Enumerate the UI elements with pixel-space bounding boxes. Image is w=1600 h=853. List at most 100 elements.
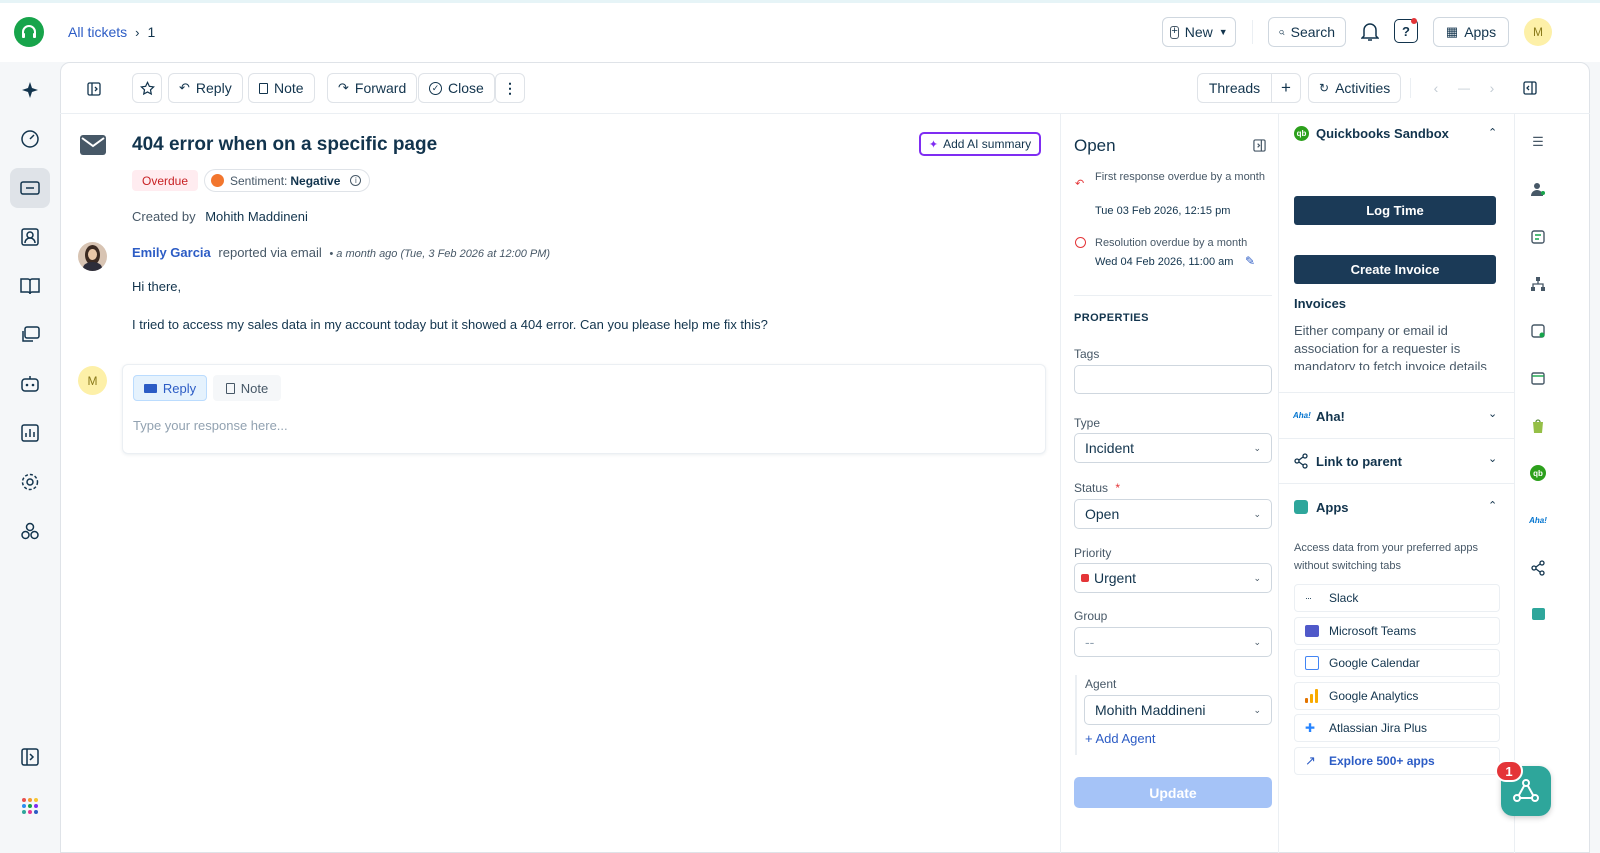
contact-details-icon[interactable] <box>1526 177 1550 201</box>
sidebar-bot-icon[interactable] <box>10 364 50 404</box>
apps-section-title: Apps <box>1316 500 1349 515</box>
priority-value: Urgent <box>1094 570 1137 586</box>
update-button[interactable]: Update <box>1074 777 1272 808</box>
activities-button[interactable]: ↻ Activities <box>1308 73 1402 103</box>
add-thread-button[interactable]: + <box>1271 73 1301 103</box>
collapse-left-icon[interactable] <box>84 79 104 99</box>
chevron-down-icon[interactable]: ⌄ <box>1488 407 1497 420</box>
shopify-icon[interactable] <box>1526 414 1550 438</box>
first-response-date: Tue 03 Feb 2026, 12:15 pm <box>1095 205 1231 217</box>
threads-button[interactable]: Threads <box>1197 73 1272 103</box>
type-select[interactable]: Incident ⌄ <box>1074 433 1272 463</box>
breadcrumb-all-tickets[interactable]: All tickets <box>68 24 127 40</box>
more-options-button[interactable]: ⋮ <box>495 73 525 103</box>
sidebar-dashboard-icon[interactable] <box>10 119 50 159</box>
add-ai-summary-button[interactable]: ✦ Add AI summary <box>919 132 1041 156</box>
chevron-down-icon[interactable]: ⌄ <box>1488 452 1497 465</box>
status-select[interactable]: Open ⌄ <box>1074 499 1272 529</box>
app-slack[interactable]: ··· Slack <box>1294 584 1500 612</box>
first-response-overdue-icon: ↶ <box>1075 178 1085 190</box>
hierarchy-icon[interactable] <box>1526 272 1550 296</box>
sidebar-tickets-icon[interactable] <box>10 168 50 208</box>
divider <box>1074 295 1272 296</box>
sidebar-settings-icon[interactable] <box>10 462 50 502</box>
apps-store-icon <box>1294 500 1308 514</box>
invoices-heading: Invoices <box>1294 296 1347 311</box>
sidebar-discussions-icon[interactable] <box>10 315 50 355</box>
reply-button[interactable]: ↶ Reply <box>168 73 243 103</box>
edit-due-date-icon[interactable]: ✎ <box>1245 254 1255 268</box>
chevron-down-icon: ⌄ <box>1253 442 1261 453</box>
sidebar-contacts-icon[interactable] <box>10 217 50 257</box>
collapse-properties-icon[interactable] <box>1251 137 1267 153</box>
chevron-up-icon[interactable]: ⌃ <box>1488 126 1497 139</box>
app-google-calendar[interactable]: Google Calendar <box>1294 649 1500 677</box>
quickbooks-app-icon[interactable]: qb <box>1526 461 1550 485</box>
app-label: Atlassian Jira Plus <box>1329 721 1428 735</box>
properties-section-title: PROPERTIES <box>1074 312 1149 324</box>
calendar-icon[interactable] <box>1526 366 1550 390</box>
app-atlassian-jira[interactable]: ✚ Atlassian Jira Plus <box>1294 714 1500 742</box>
composer-reply-tab[interactable]: Reply <box>133 375 207 401</box>
sidebar-freddy-ai-icon[interactable] <box>10 70 50 110</box>
apps-button[interactable]: ▦ Apps <box>1433 17 1509 47</box>
forward-button[interactable]: ↷ Forward <box>327 73 418 103</box>
explore-apps-link[interactable]: ↗ Explore 500+ apps <box>1294 747 1500 775</box>
log-time-button[interactable]: Log Time <box>1294 196 1496 225</box>
requester-name-link[interactable]: Emily Garcia <box>132 245 211 260</box>
reported-via: reported via email <box>218 245 322 260</box>
collapse-right-icon[interactable] <box>1518 76 1542 100</box>
user-avatar[interactable]: M <box>1524 18 1552 46</box>
message-body: I tried to access my sales data in my ac… <box>132 317 768 332</box>
prev-ticket-icon[interactable]: ‹ <box>1424 76 1448 100</box>
new-button[interactable]: + New ▼ <box>1162 17 1236 47</box>
todo-icon[interactable] <box>1526 319 1550 343</box>
sidebar-marketplace-icon[interactable] <box>10 511 50 551</box>
link-parent-app-icon[interactable] <box>1526 556 1550 580</box>
composer-note-tab[interactable]: Note <box>213 375 281 401</box>
agent-select[interactable]: Mohith Maddineni ⌄ <box>1084 695 1272 725</box>
aha-app-icon[interactable]: Aha! <box>1526 508 1550 532</box>
star-button[interactable] <box>132 73 162 103</box>
status-label-text: Status <box>1074 481 1109 495</box>
chevron-up-icon[interactable]: ⌃ <box>1488 499 1497 512</box>
apps-store-rail-icon[interactable] <box>1526 602 1550 626</box>
app-microsoft-teams[interactable]: Microsoft Teams <box>1294 617 1500 645</box>
search-label: Search <box>1290 24 1335 40</box>
angry-face-icon <box>211 174 224 187</box>
sidebar-reports-icon[interactable] <box>10 413 50 453</box>
timelog-icon[interactable] <box>1526 225 1550 249</box>
explore-apps-label: Explore 500+ apps <box>1329 754 1435 768</box>
priority-select[interactable]: Urgent ⌄ <box>1074 563 1272 593</box>
status-label: Status * <box>1074 481 1120 495</box>
search-button[interactable]: Search <box>1268 17 1346 47</box>
chevron-right-icon: › <box>135 24 140 40</box>
composer-placeholder[interactable]: Type your response here... <box>133 418 288 433</box>
note-button-label: Note <box>274 80 304 96</box>
filter-settings-icon[interactable]: ☰ <box>1526 130 1550 154</box>
created-by-prefix: Created by <box>132 209 196 224</box>
priority-value-wrap: Urgent <box>1081 570 1137 586</box>
note-button[interactable]: Note <box>248 73 315 103</box>
create-invoice-button[interactable]: Create Invoice <box>1294 255 1496 284</box>
history-icon: ↻ <box>1319 81 1330 95</box>
sidebar-product-switcher-icon[interactable] <box>10 786 50 826</box>
group-select[interactable]: -- ⌄ <box>1074 627 1272 657</box>
link-parent-icon <box>1294 453 1308 469</box>
sidebar-expand-icon[interactable] <box>10 737 50 777</box>
app-google-analytics[interactable]: Google Analytics <box>1294 682 1500 710</box>
sidebar-knowledge-base-icon[interactable] <box>10 266 50 306</box>
add-agent-link[interactable]: + Add Agent <box>1085 731 1155 746</box>
message-greeting: Hi there, <box>132 279 182 294</box>
freshdesk-logo[interactable] <box>14 17 44 47</box>
new-button-label: New <box>1184 24 1213 40</box>
close-button[interactable]: ✓ Close <box>418 73 495 103</box>
app-label: Google Analytics <box>1329 689 1419 703</box>
info-icon[interactable]: i <box>350 175 362 186</box>
agent-label: Agent <box>1085 677 1117 691</box>
resolution-date: Wed 04 Feb 2026, 11:00 am <box>1095 256 1234 268</box>
next-ticket-icon[interactable]: › <box>1480 76 1504 100</box>
composer-note-label: Note <box>240 380 269 396</box>
tags-input[interactable] <box>1074 365 1272 394</box>
bell-icon[interactable] <box>1358 20 1382 44</box>
